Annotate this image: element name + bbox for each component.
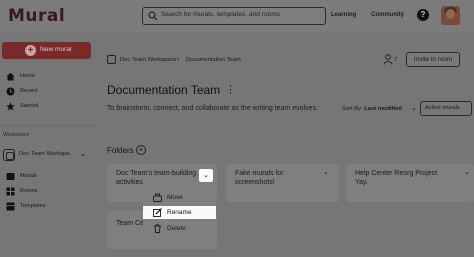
move-icon	[153, 193, 162, 202]
learning-link[interactable]: Learning	[331, 12, 356, 18]
folders-heading: Folders	[107, 146, 134, 155]
menu-item-label: Move	[167, 194, 183, 201]
search-placeholder: Search for murals, templates, and rooms	[161, 11, 281, 18]
folder-card[interactable]: Fake murals for screenshots! ⌄	[226, 164, 339, 202]
sort-value: Last modified	[364, 106, 402, 112]
workspace-name: Doc Team Workspa...	[19, 151, 75, 157]
new-mural-label: New mural	[40, 46, 72, 53]
folder-name: Fake murals for screenshots!	[235, 170, 284, 186]
more-options-icon[interactable]: ⋮	[225, 83, 236, 96]
member-count: 7	[394, 57, 398, 63]
folder-name: Doc Team's team-building activities	[116, 170, 197, 186]
breadcrumb-current: Documentation Team	[186, 57, 241, 63]
workspace-selector[interactable]: Doc Team Workspa... ⌄	[3, 148, 89, 163]
menu-item-label: Rename	[167, 209, 192, 216]
search-input[interactable]: Search for murals, templates, and rooms	[142, 7, 326, 25]
rename-icon	[153, 208, 162, 217]
search-icon	[148, 11, 158, 21]
community-link[interactable]: Community	[371, 12, 404, 18]
room-description: To brainstorm, connect, and collaborate …	[107, 105, 318, 112]
folder-name: Help Center Reorg Project Yay.	[355, 170, 438, 186]
sidebar-item-label: Murals	[20, 173, 37, 179]
menu-item-rename[interactable]: Rename	[143, 206, 216, 219]
person-icon	[383, 54, 393, 65]
room-icon	[107, 55, 116, 64]
invite-to-room-button[interactable]: Invite to room	[406, 52, 460, 67]
mural-logo[interactable]: Mural	[8, 6, 65, 26]
sidebar-divider	[0, 125, 97, 126]
sort-prefix: Sort By:	[342, 106, 363, 112]
clock-icon	[6, 87, 15, 96]
plus-icon: +	[25, 45, 36, 56]
sidebar-item-label: Recent	[20, 88, 38, 94]
murals-icon	[6, 173, 15, 180]
workspace-section-label: Workspace	[3, 132, 30, 138]
menu-item-move[interactable]: Move	[143, 191, 216, 204]
members-button[interactable]: 7	[383, 54, 401, 66]
top-bar: Mural Search for murals, templates, and …	[0, 0, 474, 33]
page-title: Documentation Team	[107, 83, 221, 97]
sort-dropdown[interactable]: Sort By: Last modified	[342, 106, 402, 112]
chevron-down-icon: ⌄	[80, 151, 86, 158]
add-folder-icon[interactable]: +	[136, 145, 146, 155]
star-icon	[6, 102, 15, 111]
breadcrumb-separator: ›	[177, 56, 180, 63]
sidebar-item-label: Rooms	[20, 188, 38, 194]
chevron-down-icon[interactable]: ⌄	[323, 168, 329, 176]
breadcrumb-workspace[interactable]: Doc Team Workspace	[120, 57, 177, 63]
menu-item-label: Delete	[167, 225, 186, 232]
chevron-down-icon[interactable]: ⌄	[464, 168, 470, 176]
home-icon	[6, 72, 15, 81]
folder-options-chevron-button[interactable]: ⌄	[199, 169, 213, 182]
menu-item-delete[interactable]: Delete	[143, 222, 216, 235]
folder-card[interactable]: Help Center Reorg Project Yay. ⌄	[346, 164, 474, 202]
sidebar-item-label: Templates	[20, 203, 46, 209]
workspace-icon	[3, 149, 15, 161]
new-mural-button[interactable]: + New mural	[2, 42, 91, 59]
breadcrumb: Doc Team Workspace › Documentation Team …	[97, 46, 474, 74]
folder-context-menu: Move Rename Delete	[143, 188, 216, 238]
chevron-down-icon: ⌄	[411, 105, 417, 112]
sidebar: + New mural Home Recent Starred Workspac…	[0, 33, 97, 257]
avatar[interactable]	[441, 6, 460, 25]
rooms-icon	[6, 187, 15, 196]
sidebar-item-label: Home	[20, 73, 35, 79]
help-icon[interactable]: ?	[417, 9, 429, 21]
trash-icon	[154, 224, 161, 233]
folder-name: Team Ce	[116, 220, 145, 227]
templates-icon	[6, 202, 15, 211]
sidebar-item-label: Starred	[20, 103, 39, 109]
active-murals-filter[interactable]: Active murals	[420, 101, 472, 116]
